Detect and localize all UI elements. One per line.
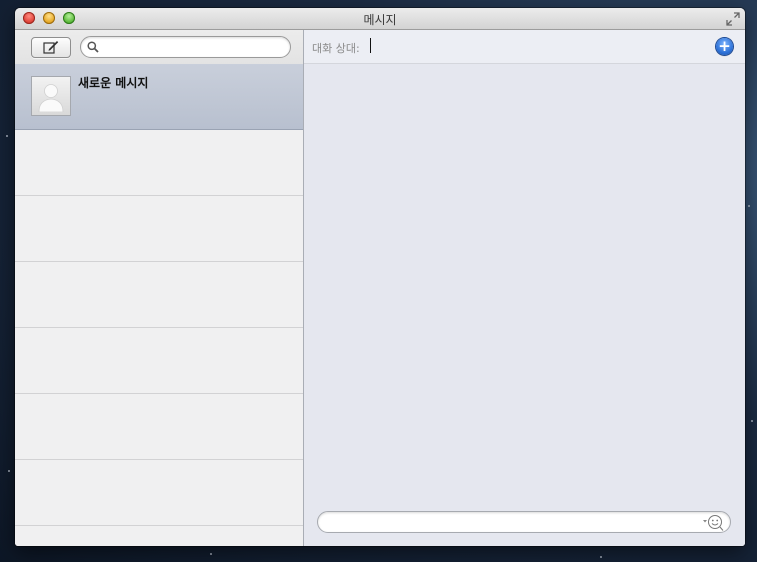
window-title: 메시지 xyxy=(363,13,397,27)
empty-list-row xyxy=(15,196,303,262)
text-cursor xyxy=(370,38,371,53)
messages-window: 메시지 새로운 메시지 대화 상대: + xyxy=(15,8,745,546)
search-icon xyxy=(87,41,99,53)
empty-list-row xyxy=(15,394,303,460)
smiley-icon[interactable] xyxy=(702,513,724,531)
conversation-pane: 대화 상대: + xyxy=(304,30,745,546)
desktop-star xyxy=(6,135,8,137)
empty-list-row xyxy=(15,460,303,526)
compose-icon xyxy=(43,41,59,54)
desktop-star xyxy=(8,470,10,472)
new-message-button[interactable] xyxy=(31,37,71,58)
message-input[interactable] xyxy=(328,513,692,531)
conversation-name: 새로운 메시지 xyxy=(78,76,149,90)
search-field[interactable] xyxy=(80,36,291,58)
empty-list-row xyxy=(15,328,303,394)
add-recipient-button[interactable]: + xyxy=(716,37,733,55)
desktop-star xyxy=(748,205,750,207)
fullscreen-icon[interactable] xyxy=(726,12,740,26)
conversation-item-new-message[interactable]: 새로운 메시지 xyxy=(15,64,303,130)
sidebar-toolbar xyxy=(15,30,303,65)
person-placeholder-icon xyxy=(38,84,64,112)
recipient-label: 대화 상대: xyxy=(312,42,360,55)
empty-list-row xyxy=(15,130,303,196)
empty-list-row xyxy=(15,262,303,328)
desktop-star xyxy=(600,556,602,558)
search-input[interactable] xyxy=(103,38,287,56)
plus-circle-icon: + xyxy=(718,37,731,55)
desktop-star xyxy=(751,420,753,422)
avatar xyxy=(31,76,71,116)
message-compose-field[interactable] xyxy=(317,511,731,533)
desktop-star xyxy=(210,553,212,555)
title-bar[interactable]: 메시지 xyxy=(15,8,745,30)
message-transcript xyxy=(304,64,745,504)
conversation-sidebar: 새로운 메시지 xyxy=(15,30,304,546)
recipient-bar[interactable]: 대화 상대: + xyxy=(304,30,745,64)
